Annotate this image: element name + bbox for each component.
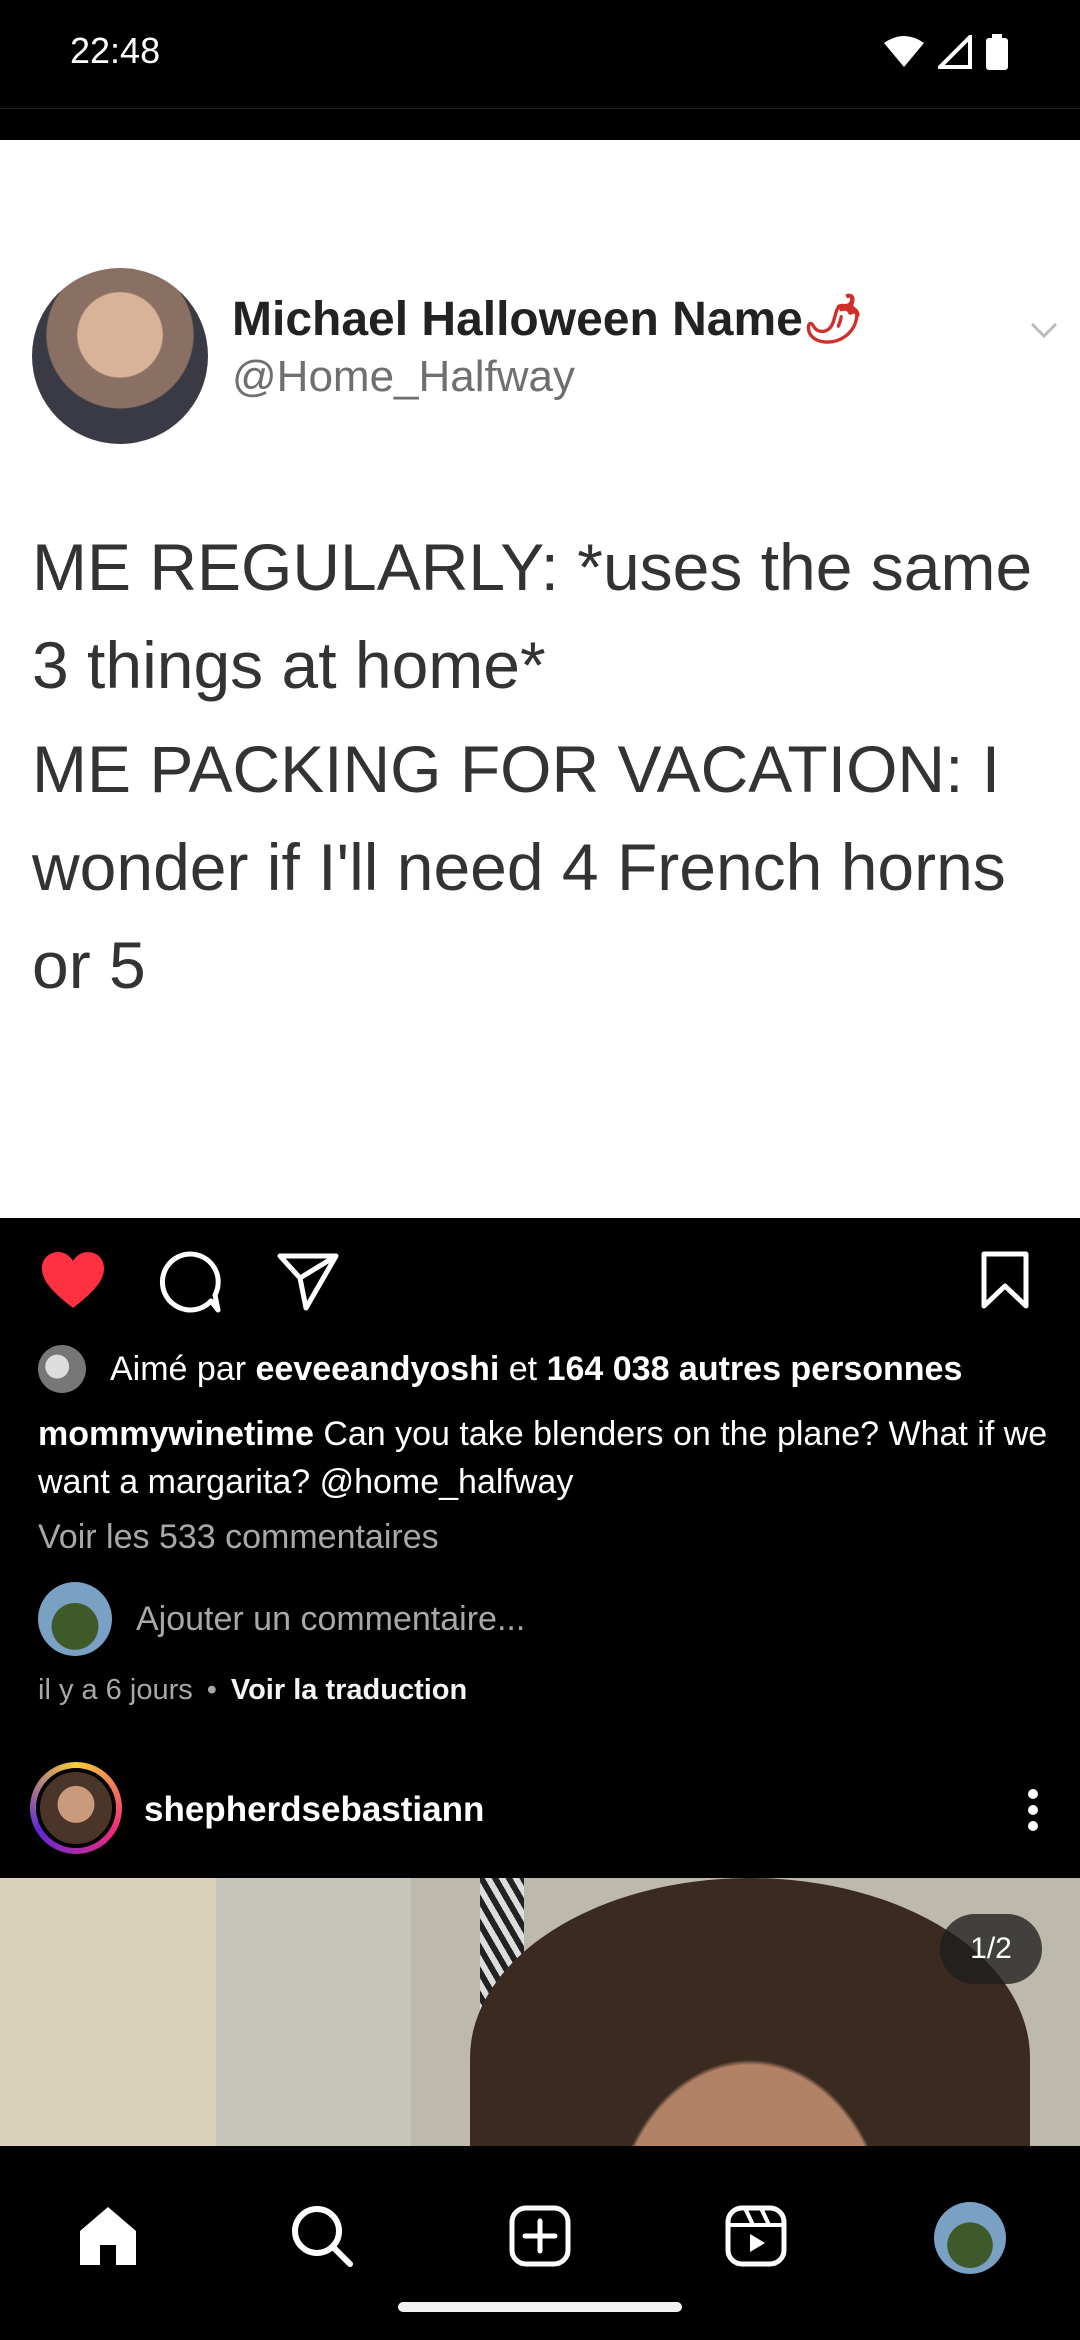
share-icon[interactable] bbox=[276, 1250, 340, 1312]
next-post-photo[interactable] bbox=[0, 1878, 1080, 2146]
likes-count[interactable]: 164 038 autres personnes bbox=[547, 1350, 963, 1389]
next-post-avatar[interactable] bbox=[36, 1768, 116, 1848]
post-timestamp: il y a 6 jours bbox=[38, 1674, 193, 1706]
heart-icon[interactable] bbox=[40, 1250, 106, 1310]
liker-avatar bbox=[38, 1345, 86, 1393]
view-comments-link[interactable]: Voir les 533 commentaires bbox=[38, 1518, 439, 1557]
tweet-author-name-text: Michael Halloween Name bbox=[232, 293, 803, 346]
post-meta: il y a 6 jours • Voir la traduction bbox=[38, 1674, 467, 1707]
liker-username[interactable]: eeveeandyoshi bbox=[256, 1350, 500, 1389]
system-icons bbox=[884, 34, 1008, 70]
comment-icon[interactable] bbox=[158, 1250, 222, 1314]
chevron-down-icon bbox=[1030, 322, 1058, 339]
see-translation-link[interactable]: Voir la traduction bbox=[231, 1674, 467, 1707]
nav-profile-avatar[interactable] bbox=[934, 2202, 1006, 2274]
nav-search[interactable] bbox=[286, 2200, 358, 2272]
carousel-counter: 1/2 bbox=[940, 1914, 1042, 1984]
add-post-icon bbox=[509, 2205, 571, 2267]
reels-icon bbox=[725, 2205, 787, 2267]
photo-detail-person bbox=[470, 1878, 1030, 2146]
cell-signal-icon bbox=[938, 35, 972, 69]
nav-home[interactable] bbox=[72, 2200, 144, 2272]
status-time: 22:48 bbox=[70, 30, 161, 71]
post-image-tweet[interactable]: Michael Halloween Name🌶 @Home_Halfway ME… bbox=[0, 140, 1080, 1218]
previous-post-edge bbox=[0, 108, 1080, 141]
wifi-icon bbox=[884, 36, 924, 67]
post-caption: mommywinetime Can you take blenders on t… bbox=[38, 1410, 1048, 1506]
tweet-text-line-2: ME PACKING FOR VACATION: I wonder if I'l… bbox=[32, 732, 1006, 1002]
more-options-icon[interactable] bbox=[1026, 1788, 1040, 1832]
own-avatar bbox=[38, 1582, 112, 1656]
tweet-avatar bbox=[32, 268, 208, 444]
search-icon bbox=[292, 2206, 353, 2267]
likes-summary[interactable]: Aimé par eeveeandyoshi et 164 038 autres… bbox=[38, 1344, 962, 1394]
nav-create[interactable] bbox=[504, 2200, 576, 2272]
tweet-handle: @Home_Halfway bbox=[232, 352, 575, 401]
status-bar: 22:48 bbox=[0, 0, 1080, 108]
caption-username[interactable]: mommywinetime bbox=[38, 1415, 314, 1453]
tweet-text-line-1: ME REGULARLY: *uses the same 3 things at… bbox=[32, 530, 1033, 702]
meta-separator: • bbox=[206, 1674, 217, 1706]
add-comment-input[interactable]: Ajouter un commentaire... bbox=[136, 1600, 525, 1639]
nav-reels[interactable] bbox=[720, 2200, 792, 2272]
next-post-username[interactable]: shepherdsebastiann bbox=[144, 1790, 484, 1830]
bookmark-icon[interactable] bbox=[980, 1250, 1030, 1310]
home-icon bbox=[80, 2207, 136, 2265]
chili-pepper-icon: 🌶 bbox=[802, 293, 864, 346]
gesture-handle[interactable] bbox=[398, 2302, 682, 2312]
likes-conjunction: et bbox=[508, 1349, 538, 1388]
tweet-author-name: Michael Halloween Name🌶 bbox=[232, 290, 864, 347]
battery-icon bbox=[986, 34, 1008, 70]
likes-prefix: Aimé par bbox=[110, 1349, 247, 1388]
